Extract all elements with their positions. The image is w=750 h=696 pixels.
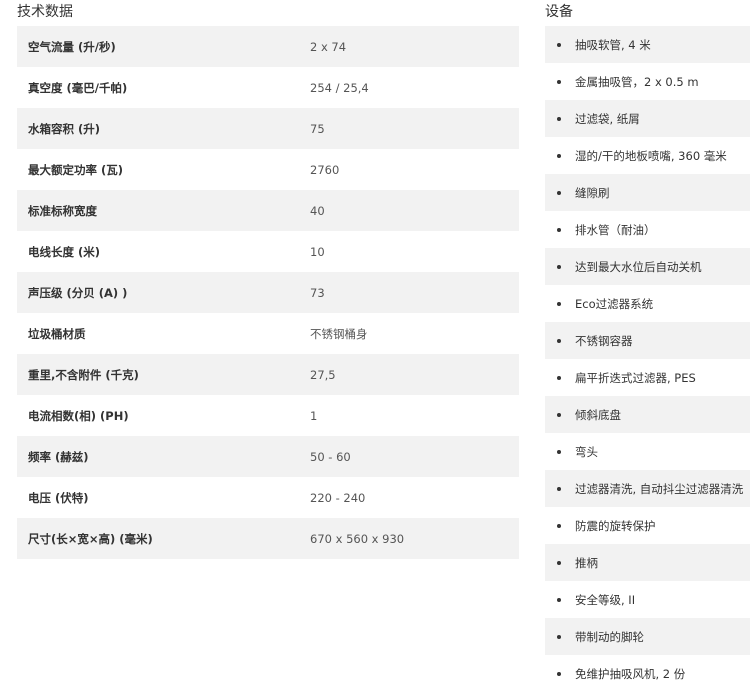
tech-label: 声压级 (分贝 (A) ) <box>28 285 128 300</box>
equipment-item: 倾斜底盘 <box>545 396 750 433</box>
equipment-item: 湿的/干的地板喷嘴, 360 毫米 <box>545 137 750 174</box>
bullet-icon <box>557 153 561 158</box>
bullet-icon <box>557 301 561 306</box>
equipment-item-label: 弯头 <box>575 444 598 459</box>
tech-label: 真空度 (毫巴/千帕) <box>28 80 128 95</box>
bullet-icon <box>557 597 561 602</box>
bullet-icon <box>557 523 561 528</box>
tech-value: 10 <box>310 244 325 259</box>
tech-label: 标准标称宽度 <box>28 203 97 218</box>
equipment-item: 过滤袋, 纸屑 <box>545 100 750 137</box>
equipment-item-label: 过滤器清洗, 自动抖尘过滤器清洗 <box>575 481 744 496</box>
equipment-item: 防震的旋转保护 <box>545 507 750 544</box>
equipment-item-label: 达到最大水位后自动关机 <box>575 259 702 274</box>
bullet-icon <box>557 671 561 676</box>
equipment-item-label: 带制动的脚轮 <box>575 629 644 644</box>
tech-row: 最大额定功率 (瓦) 2760 <box>17 149 519 190</box>
tech-label: 空气流量 (升/秒) <box>28 39 116 54</box>
bullet-icon <box>557 449 561 454</box>
tech-value: 2 x 74 <box>310 39 347 54</box>
equipment-item: 带制动的脚轮 <box>545 618 750 655</box>
tech-value: 1 <box>310 408 318 423</box>
bullet-icon <box>557 264 561 269</box>
tech-row: 尺寸(长×宽×高) (毫米) 670 x 560 x 930 <box>17 518 519 559</box>
equipment-item-label: 金属抽吸管，2 x 0.5 m <box>575 74 699 89</box>
tech-value: 75 <box>310 121 325 136</box>
tech-value: 50 - 60 <box>310 449 351 464</box>
equipment-item: 弯头 <box>545 433 750 470</box>
equipment-item: 缝隙刷 <box>545 174 750 211</box>
tech-row: 重里,不含附件 (千克) 27,5 <box>17 354 519 395</box>
tech-value: 670 x 560 x 930 <box>310 531 405 546</box>
bullet-icon <box>557 227 561 232</box>
equipment-list: 抽吸软管, 4 米金属抽吸管，2 x 0.5 m 过滤袋, 纸屑湿的/干的地板喷嘴… <box>545 26 750 692</box>
equipment-item: Eco过滤器系统 <box>545 285 750 322</box>
tech-row: 声压级 (分贝 (A) ) 73 <box>17 272 519 313</box>
bullet-icon <box>557 116 561 121</box>
equipment-item-label: 倾斜底盘 <box>575 407 621 422</box>
tech-label: 电压 (伏特) <box>28 490 89 505</box>
equipment-title: 设备 <box>545 4 573 20</box>
equipment-item-label: 抽吸软管, 4 米 <box>575 37 651 52</box>
tech-label: 最大额定功率 (瓦) <box>28 162 124 177</box>
tech-row: 垃圾桶材质 不锈钢桶身 <box>17 313 519 354</box>
bullet-icon <box>557 190 561 195</box>
equipment-item: 扁平折迭式过滤器, PES <box>545 359 750 396</box>
equipment-item-label: 扁平折迭式过滤器, PES <box>575 370 696 385</box>
tech-label: 电流相数(相) (PH) <box>28 408 129 423</box>
equipment-item-label: 防震的旋转保护 <box>575 518 656 533</box>
bullet-icon <box>557 79 561 84</box>
tech-value: 73 <box>310 285 325 300</box>
tech-data-table: 空气流量 (升/秒) 2 x 74 真空度 (毫巴/千帕) 254 / 25,4 水箱容… <box>17 26 519 559</box>
tech-row: 真空度 (毫巴/千帕) 254 / 25,4 <box>17 67 519 108</box>
bullet-icon <box>557 338 561 343</box>
equipment-item: 金属抽吸管，2 x 0.5 m <box>545 63 750 100</box>
equipment-item: 过滤器清洗, 自动抖尘过滤器清洗 <box>545 470 750 507</box>
tech-value: 不锈钢桶身 <box>310 326 368 341</box>
equipment-item-label: 湿的/干的地板喷嘴, 360 毫米 <box>575 148 727 163</box>
equipment-item-label: 不锈钢容器 <box>575 333 633 348</box>
bullet-icon <box>557 412 561 417</box>
tech-value: 220 - 240 <box>310 490 366 505</box>
equipment-item: 不锈钢容器 <box>545 322 750 359</box>
tech-row: 电压 (伏特) 220 - 240 <box>17 477 519 518</box>
equipment-item: 抽吸软管, 4 米 <box>545 26 750 63</box>
tech-row: 电流相数(相) (PH) 1 <box>17 395 519 436</box>
equipment-item: 免维护抽吸风机, 2 份 <box>545 655 750 692</box>
equipment-item: 达到最大水位后自动关机 <box>545 248 750 285</box>
equipment-item: 推柄 <box>545 544 750 581</box>
bullet-icon <box>557 42 561 47</box>
tech-value: 2760 <box>310 162 340 177</box>
tech-label: 尺寸(长×宽×高) (毫米) <box>28 531 153 546</box>
tech-row: 标准标称宽度 40 <box>17 190 519 231</box>
equipment-item-label: 免维护抽吸风机, 2 份 <box>575 666 686 681</box>
equipment-item: 排水管（耐油） <box>545 211 750 248</box>
tech-label: 水箱容积 (升) <box>28 121 101 136</box>
tech-label: 频率 (赫兹) <box>28 449 89 464</box>
tech-value: 40 <box>310 203 325 218</box>
equipment-item-label: 推柄 <box>575 555 598 570</box>
tech-label: 重里,不含附件 (千克) <box>28 367 139 382</box>
tech-value: 27,5 <box>310 367 336 382</box>
equipment-item: 安全等级, II <box>545 581 750 618</box>
tech-row: 水箱容积 (升) 75 <box>17 108 519 149</box>
equipment-item-label: 缝隙刷 <box>575 185 610 200</box>
tech-row: 电线长度 (米) 10 <box>17 231 519 272</box>
tech-label: 垃圾桶材质 <box>28 326 86 341</box>
bullet-icon <box>557 560 561 565</box>
bullet-icon <box>557 634 561 639</box>
equipment-item-label: 排水管（耐油） <box>575 222 656 237</box>
tech-value: 254 / 25,4 <box>310 80 369 95</box>
tech-data-title: 技术数据 <box>17 4 73 20</box>
bullet-icon <box>557 375 561 380</box>
bullet-icon <box>557 486 561 491</box>
equipment-item-label: 安全等级, II <box>575 592 636 607</box>
equipment-item-label: 过滤袋, 纸屑 <box>575 111 640 126</box>
tech-row: 空气流量 (升/秒) 2 x 74 <box>17 26 519 67</box>
tech-label: 电线长度 (米) <box>28 244 101 259</box>
equipment-item-label: Eco过滤器系统 <box>575 296 654 311</box>
tech-row: 频率 (赫兹) 50 - 60 <box>17 436 519 477</box>
